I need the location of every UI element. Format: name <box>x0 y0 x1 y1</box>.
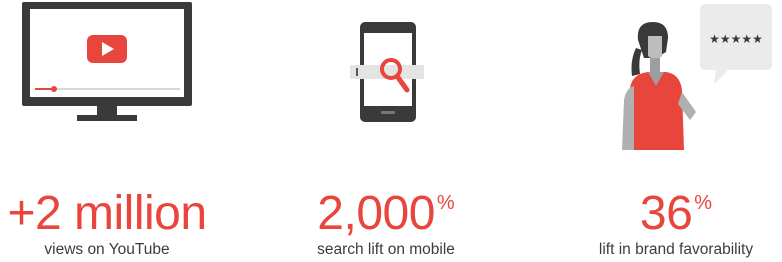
stat-figure: +2 million <box>0 190 214 238</box>
woman-review-icon: ★★★★★ <box>622 4 772 150</box>
phone-search-icon <box>350 22 424 122</box>
stat-number: +2 million <box>7 187 207 240</box>
stat-caption: views on YouTube <box>44 241 170 258</box>
stat-figure: 2,000% <box>298 190 474 238</box>
tv-play-icon <box>22 2 192 121</box>
stat-caption: search lift on mobile <box>317 241 455 258</box>
stat-caption: lift in brand favorability <box>598 241 754 258</box>
stat-number: 2,000 <box>317 187 435 240</box>
stat-youtube-views: +2 million views on YouTube <box>0 0 214 262</box>
percent-sign: % <box>436 192 455 214</box>
stat-figure: 36% <box>570 190 782 238</box>
stat-number: 36 <box>639 187 693 240</box>
rating-stars: ★★★★★ <box>709 32 763 46</box>
stat-brand-favorability: ★★★★★ 36% lift in brand favorability <box>570 0 782 262</box>
stat-search-lift: 2,000% search lift on mobile <box>298 0 474 262</box>
percent-sign: % <box>694 192 713 214</box>
